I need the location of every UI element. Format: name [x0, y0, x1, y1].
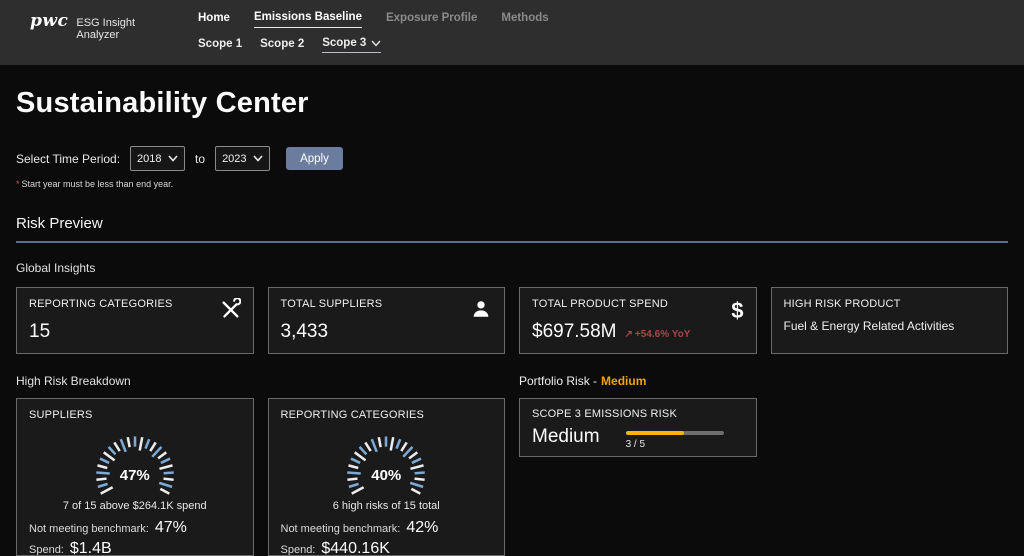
- benchmark-value: 42%: [406, 519, 438, 537]
- start-year-value: 2018: [137, 153, 161, 165]
- card-high-risk-product: HIGH RISK PRODUCT Fuel & Energy Related …: [771, 287, 1009, 354]
- pwc-logo: pwc: [30, 11, 68, 31]
- risk-score: 3 / 5: [626, 439, 724, 450]
- risk-preview-heading: Risk Preview: [16, 215, 1008, 232]
- scope-subnav: Scope 1 Scope 2 Scope 3: [198, 37, 549, 53]
- spend-row: Spend: $1.4B: [29, 540, 241, 556]
- end-year-select[interactable]: 2023: [215, 146, 270, 171]
- subnav-item-scope-3[interactable]: Scope 3: [322, 37, 381, 53]
- breakdown-cards-row: SUPPLIERS 47% 7 of 15 above $264.1K spen…: [16, 398, 1008, 556]
- portfolio-risk-value: Medium: [601, 374, 646, 388]
- time-period-label: Select Time Period:: [16, 152, 120, 166]
- benchmark-value: 47%: [155, 519, 187, 537]
- subnav-item-scope-1[interactable]: Scope 1: [198, 38, 242, 53]
- arrow-up-right-icon: ↗: [625, 329, 633, 340]
- apply-button[interactable]: Apply: [286, 147, 343, 170]
- spend-value: $440.16K: [321, 540, 390, 556]
- card-title: TOTAL SUPPLIERS: [281, 298, 493, 310]
- risk-level: Medium: [532, 426, 600, 448]
- delta-text: +54.6% YoY: [635, 329, 691, 340]
- benchmark-row: Not meeting benchmark: 42%: [281, 519, 493, 537]
- required-asterisk: *: [16, 179, 20, 189]
- card-title: SUPPLIERS: [29, 409, 241, 421]
- card-title: SCOPE 3 EMISSIONS RISK: [532, 408, 744, 420]
- reporting-categories-gauge: 40%: [301, 423, 471, 504]
- app-header: pwc ESG Insight Analyzer Home Emissions …: [0, 0, 1024, 65]
- risk-body: Medium 3 / 5: [532, 426, 744, 450]
- card-title: REPORTING CATEGORIES: [29, 298, 241, 310]
- subnav-item-scope-2[interactable]: Scope 2: [260, 38, 304, 53]
- card-value: Fuel & Energy Related Activities: [784, 319, 996, 333]
- spend-value: $1.4B: [70, 540, 112, 556]
- chevron-down-icon: [253, 155, 263, 162]
- dollar-icon: $: [731, 298, 743, 324]
- risk-progress-fill: [626, 431, 685, 435]
- chevron-down-icon: [371, 40, 381, 47]
- nav-row: Home Emissions Baseline Exposure Profile…: [198, 11, 549, 28]
- gauge-chart: [50, 423, 220, 499]
- card-reporting-categories: REPORTING CATEGORIES 15: [16, 287, 254, 354]
- nav-item-emissions-baseline[interactable]: Emissions Baseline: [254, 11, 362, 28]
- brand-area: pwc ESG Insight Analyzer: [30, 11, 168, 41]
- page-title: Sustainability Center: [16, 87, 1008, 120]
- subnav-label: Scope 1: [198, 38, 242, 50]
- portfolio-risk-label: Portfolio Risk - Medium: [519, 374, 757, 388]
- card-title: REPORTING CATEGORIES: [281, 409, 493, 421]
- yoy-delta: ↗ +54.6% YoY: [625, 329, 691, 340]
- card-reporting-categories-gauge: REPORTING CATEGORIES 40% 6 high risks of…: [268, 398, 506, 556]
- end-year-value: 2023: [222, 153, 246, 165]
- time-period-note: *Start year must be less than end year.: [16, 179, 1008, 189]
- insight-cards-row: REPORTING CATEGORIES 15 TOTAL SUPPLIERS …: [16, 287, 1008, 354]
- section-divider: [16, 241, 1008, 243]
- card-title: HIGH RISK PRODUCT: [784, 298, 996, 310]
- note-text: Start year must be less than end year.: [22, 179, 174, 189]
- subnav-label: Scope 3: [322, 37, 366, 49]
- gauge-percent: 47%: [50, 467, 220, 484]
- app-title: ESG Insight Analyzer: [76, 17, 168, 41]
- to-label: to: [195, 152, 205, 166]
- gauge-percent: 40%: [301, 467, 471, 484]
- card-value-row: $697.58M ↗ +54.6% YoY: [532, 321, 744, 343]
- time-period-controls: Select Time Period: 2018 to 2023 Apply: [16, 146, 1008, 171]
- benchmark-label: Not meeting benchmark:: [281, 523, 401, 535]
- nav-item-home[interactable]: Home: [198, 12, 230, 28]
- card-value: 15: [29, 321, 241, 343]
- card-value: 3,433: [281, 321, 493, 343]
- gauge-chart: [301, 423, 471, 499]
- main-navigation: Home Emissions Baseline Exposure Profile…: [198, 11, 549, 53]
- person-icon: [470, 298, 492, 325]
- suppliers-gauge: 47%: [50, 423, 220, 504]
- card-title: TOTAL PRODUCT SPEND: [532, 298, 744, 310]
- start-year-select[interactable]: 2018: [130, 146, 185, 171]
- nav-item-exposure-profile[interactable]: Exposure Profile: [386, 12, 477, 28]
- card-value: $697.58M: [532, 321, 617, 343]
- chevron-down-icon: [168, 155, 178, 162]
- spend-label: Spend:: [29, 544, 64, 556]
- spend-label: Spend:: [281, 544, 316, 556]
- card-total-product-spend: TOTAL PRODUCT SPEND $ $697.58M ↗ +54.6% …: [519, 287, 757, 354]
- benchmark-row: Not meeting benchmark: 47%: [29, 519, 241, 537]
- breakdown-labels-row: High Risk Breakdown Portfolio Risk - Medi…: [16, 374, 1008, 388]
- card-suppliers-gauge: SUPPLIERS 47% 7 of 15 above $264.1K spen…: [16, 398, 254, 556]
- portfolio-risk-text: Portfolio Risk -: [519, 374, 597, 388]
- risk-bar-area: 3 / 5: [626, 431, 724, 450]
- spend-row: Spend: $440.16K: [281, 540, 493, 556]
- benchmark-label: Not meeting benchmark:: [29, 523, 149, 535]
- nav-item-methods[interactable]: Methods: [501, 12, 548, 28]
- high-risk-breakdown-label: High Risk Breakdown: [16, 374, 505, 388]
- card-total-suppliers: TOTAL SUPPLIERS 3,433: [268, 287, 506, 354]
- risk-progress-track: [626, 431, 724, 435]
- tools-icon: [219, 298, 241, 325]
- subnav-label: Scope 2: [260, 38, 304, 50]
- global-insights-label: Global Insights: [16, 261, 1008, 275]
- card-scope3-emissions-risk: SCOPE 3 EMISSIONS RISK Medium 3 / 5: [519, 398, 757, 457]
